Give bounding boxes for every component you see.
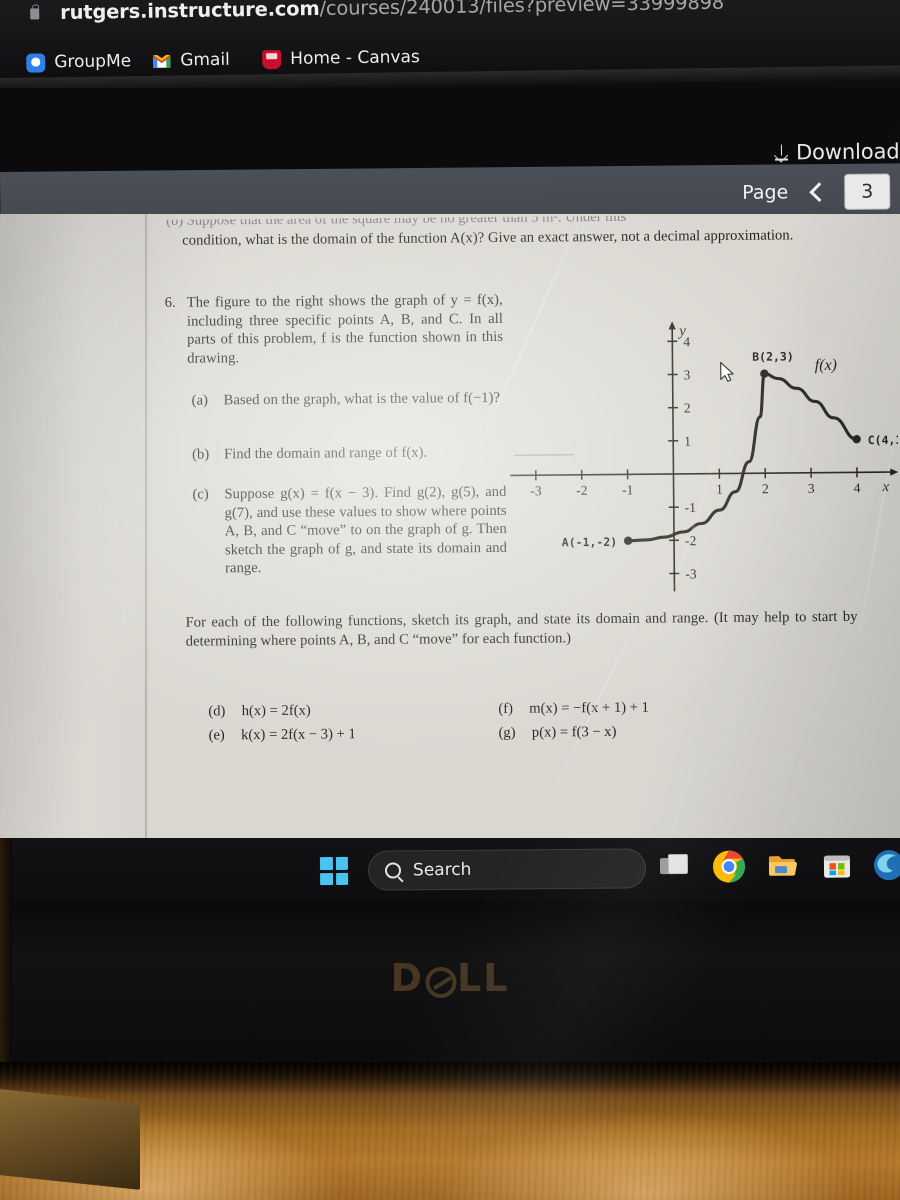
graph-point-c bbox=[852, 435, 861, 444]
page-navigation: Page 3 bbox=[742, 173, 891, 210]
part-b-label: (b) bbox=[192, 446, 210, 463]
formula-d-label: (d) bbox=[208, 703, 226, 720]
desk-object bbox=[0, 1088, 140, 1190]
download-label: Download bbox=[796, 139, 900, 165]
y-axis-arrow bbox=[668, 321, 676, 330]
search-input[interactable]: Search bbox=[367, 848, 647, 891]
x-tick-label: 2 bbox=[762, 481, 769, 496]
formula-d-text: h(x) = 2f(x) bbox=[241, 702, 311, 720]
gmail-icon bbox=[152, 51, 171, 70]
page-label: Page bbox=[742, 181, 789, 204]
download-button[interactable]: Download bbox=[774, 139, 900, 164]
formula-d: (d) h(x) = 2f(x) bbox=[208, 703, 311, 721]
url-text: rutgers.instructure.com/courses/240013/f… bbox=[60, 0, 724, 24]
x-axis bbox=[510, 471, 893, 477]
laptop-bezel: D LL bbox=[0, 902, 900, 1062]
canvas-icon bbox=[262, 49, 282, 69]
x-tick-label: 4 bbox=[854, 480, 861, 495]
windows-start-icon[interactable] bbox=[319, 856, 349, 886]
search-icon bbox=[384, 862, 402, 879]
part-c-label: (c) bbox=[192, 486, 209, 503]
page-left-margin bbox=[0, 214, 146, 842]
mouse-pointer-icon bbox=[720, 361, 734, 382]
search-placeholder: Search bbox=[412, 859, 472, 881]
part-b-text: Find the domain and range of f(x). bbox=[224, 444, 428, 463]
x-tick-label: 1 bbox=[716, 482, 723, 497]
formula-g: (g) p(x) = f(3 − x) bbox=[498, 724, 616, 742]
x-axis-label: x bbox=[881, 479, 889, 495]
graph-point-label-a: A(-1,-2) bbox=[562, 535, 618, 549]
screenshot-root: rutgers.instructure.com/courses/240013/f… bbox=[0, 0, 900, 1200]
url-host: rutgers.instructure.com bbox=[60, 0, 320, 25]
part-a-text: Based on the graph, what is the value of… bbox=[223, 389, 501, 409]
y-tick-label: 1 bbox=[684, 434, 691, 449]
chevron-left-icon[interactable] bbox=[806, 180, 826, 204]
firefox-icon[interactable] bbox=[872, 848, 900, 884]
x-tick-label: -3 bbox=[530, 483, 542, 498]
graph-svg: xy-3 -2 -1 1 2 3 4-3-2-11234A(-1,-2)B(2,3)C(4,… bbox=[510, 321, 900, 592]
browser-chrome: rutgers.instructure.com/courses/240013/f… bbox=[0, 0, 900, 90]
function-curve bbox=[626, 372, 859, 543]
document-content: (b) Suppose that the area of the square … bbox=[146, 214, 900, 842]
part-a-label: (a) bbox=[191, 392, 209, 409]
formula-f-label: (f) bbox=[498, 700, 513, 717]
chrome-icon[interactable] bbox=[712, 849, 748, 885]
lock-icon bbox=[30, 8, 40, 20]
dell-e-icon bbox=[425, 966, 457, 998]
function-graph-figure: x y -3 -2 -1 1 2 3 4 -3 -2 -1 1 2 3 4 A(-1,-2) B(2,3) C(4,… bbox=[507, 319, 899, 594]
page-number-input[interactable]: 3 bbox=[844, 173, 891, 210]
y-axis bbox=[671, 327, 676, 592]
bookmark-gmail[interactable]: Gmail bbox=[152, 47, 230, 74]
bookmark-label: GroupMe bbox=[54, 51, 132, 73]
formula-e-label: (e) bbox=[208, 727, 225, 744]
task-view-icon[interactable] bbox=[658, 850, 694, 886]
formula-e-text: k(x) = 2f(x − 3) + 1 bbox=[240, 726, 356, 744]
x-axis-arrow bbox=[890, 468, 899, 476]
x-tick-label: -2 bbox=[576, 483, 587, 498]
item-6-number: 6. bbox=[164, 294, 176, 311]
bookmark-home-canvas[interactable]: Home - Canvas bbox=[262, 44, 420, 72]
x-tick-label: 3 bbox=[808, 481, 815, 496]
download-arrow-icon bbox=[774, 144, 789, 161]
dell-logo: D LL bbox=[390, 956, 510, 1000]
y-tick-label: 2 bbox=[684, 400, 691, 415]
groupme-icon bbox=[26, 52, 46, 73]
formula-e: (e) k(x) = 2f(x − 3) + 1 bbox=[208, 726, 355, 744]
paragraph-for-each: For each of the following functions, ske… bbox=[185, 608, 858, 650]
graph-point-b bbox=[760, 369, 769, 378]
y-tick-label: 3 bbox=[684, 367, 691, 382]
part-c-text: Suppose g(x) = f(x − 3). Find g(2), g(5)… bbox=[224, 483, 507, 577]
formula-g-label: (g) bbox=[498, 724, 516, 741]
graph-point-a bbox=[623, 536, 633, 545]
formula-f: (f) m(x) = −f(x + 1) + 1 bbox=[498, 700, 649, 718]
x-tick-label: -1 bbox=[622, 482, 633, 497]
windows-taskbar: Search bbox=[0, 838, 900, 902]
y-tick-label: -2 bbox=[685, 533, 696, 548]
item-6-body: The figure to the right shows the graph … bbox=[186, 291, 504, 367]
document-page: (b) Suppose that the area of the square … bbox=[0, 214, 900, 842]
formula-f-text: m(x) = −f(x + 1) + 1 bbox=[529, 699, 649, 717]
microsoft-store-icon[interactable] bbox=[820, 848, 856, 884]
bookmark-label: Gmail bbox=[180, 49, 230, 71]
url-path: /courses/240013/files?preview=33999898 bbox=[319, 0, 725, 20]
curve-annotation: f(x) bbox=[815, 357, 837, 374]
graph-point-label-c: C(4,1) bbox=[868, 433, 900, 447]
y-tick-label: -3 bbox=[685, 566, 697, 581]
graph-point-label-b: B(2,3) bbox=[752, 349, 794, 363]
formula-g-text: p(x) = f(3 − x) bbox=[531, 723, 617, 741]
bookmark-label: Home - Canvas bbox=[290, 47, 420, 69]
y-tick-label: -1 bbox=[685, 500, 696, 515]
y-tick-label: 4 bbox=[683, 334, 690, 349]
bookmark-groupme[interactable]: GroupMe bbox=[26, 48, 131, 75]
screen-left-edge bbox=[0, 838, 12, 1062]
file-explorer-icon[interactable] bbox=[766, 849, 802, 885]
